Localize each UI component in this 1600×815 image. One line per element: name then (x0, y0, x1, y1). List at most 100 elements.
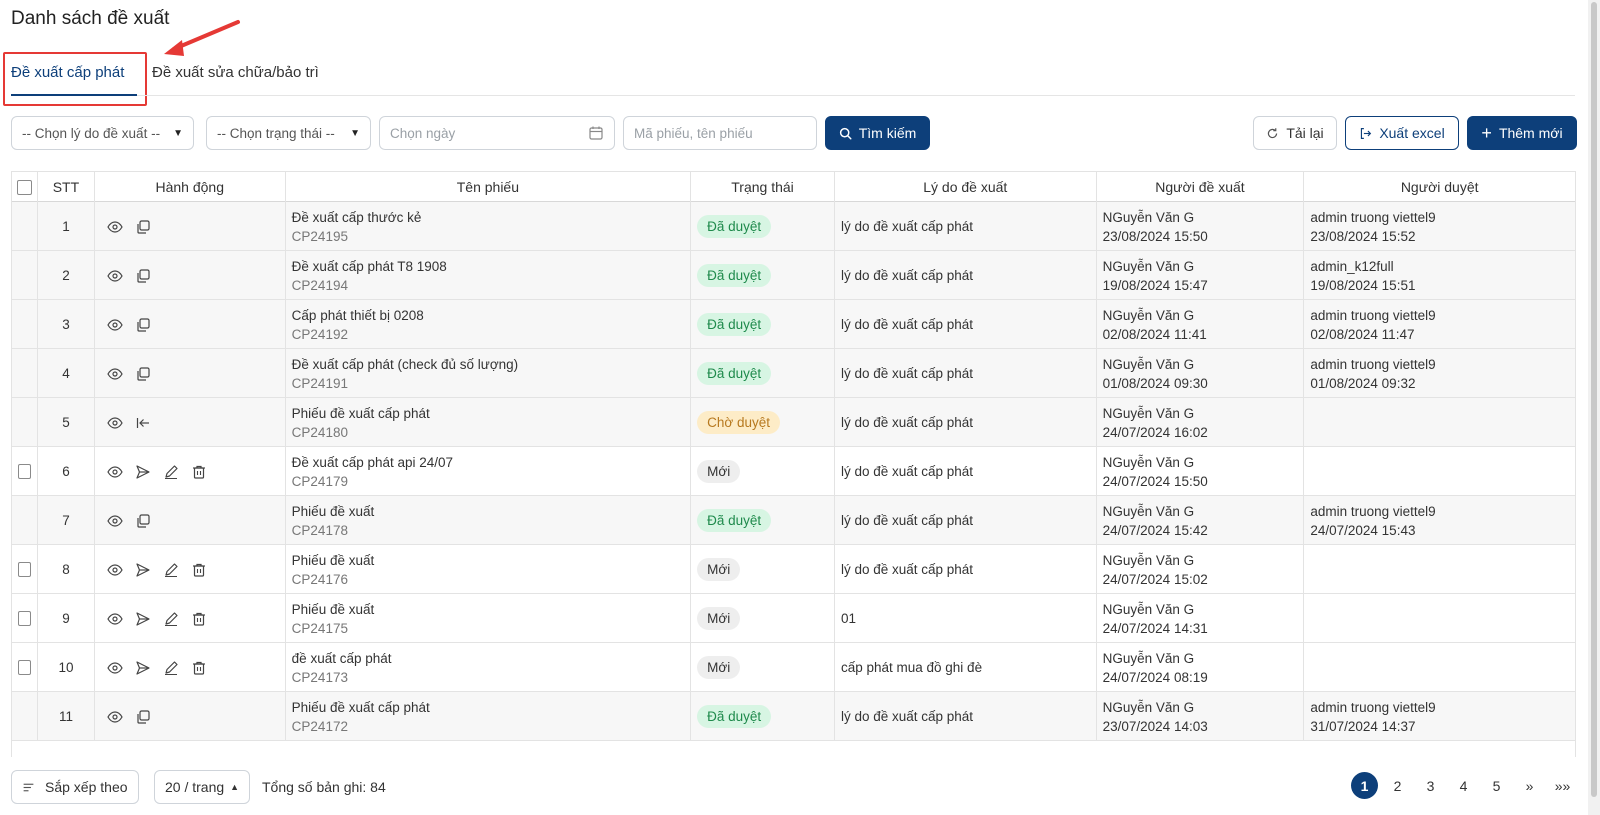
delete-icon[interactable] (191, 660, 207, 676)
export-excel-button[interactable]: Xuất excel (1345, 116, 1459, 150)
delete-icon[interactable] (191, 562, 207, 578)
row-name[interactable]: Phiếu đề xuất (292, 600, 375, 619)
view-icon[interactable] (107, 317, 123, 333)
row-name[interactable]: Phiếu đề xuất (292, 551, 375, 570)
copy-icon[interactable] (135, 709, 151, 725)
row-approved-at: 01/08/2024 09:32 (1310, 375, 1416, 391)
row-name[interactable]: Đề xuất cấp phát api 24/07 (292, 453, 453, 472)
table-row[interactable]: 1 Đề xuất cấp thước kẻ CP24195 Đã duyệt lý d… (12, 202, 1575, 251)
view-icon[interactable] (107, 709, 123, 725)
view-icon[interactable] (107, 366, 123, 382)
reason-select[interactable]: -- Chọn lý do đề xuất -- ▼ (11, 116, 194, 150)
search-button[interactable]: Tìm kiếm (825, 116, 930, 150)
row-approver-cell: admin_k12full 19/08/2024 15:51 (1304, 251, 1575, 300)
copy-icon[interactable] (135, 219, 151, 235)
copy-icon[interactable] (135, 366, 151, 382)
view-icon[interactable] (107, 464, 123, 480)
row-approver: admin_k12full (1310, 258, 1394, 274)
copy-icon[interactable] (135, 268, 151, 284)
row-name[interactable]: Phiếu đề xuất cấp phát (292, 698, 430, 717)
chevron-down-icon: ▼ (173, 127, 183, 139)
last-page-button[interactable]: »» (1549, 772, 1576, 799)
sort-button[interactable]: Sắp xếp theo (11, 770, 139, 804)
row-status-cell: Đã duyệt (691, 251, 835, 300)
row-checkbox[interactable] (18, 660, 31, 675)
row-select-cell (12, 251, 38, 300)
row-name[interactable]: đề xuất cấp phát (292, 649, 392, 668)
row-name[interactable]: Đề xuất cấp phát T8 1908 (292, 257, 447, 276)
tab-sua-chua[interactable]: Đề xuất sửa chữa/bảo trì (152, 64, 319, 81)
copy-icon[interactable] (135, 513, 151, 529)
table-row[interactable]: 2 Đề xuất cấp phát T8 1908 CP24194 Đã duyệt… (12, 251, 1575, 300)
reload-button[interactable]: Tải lại (1253, 116, 1337, 150)
header-actions: Hành động (95, 172, 286, 202)
page-1[interactable]: 1 (1351, 772, 1378, 799)
search-icon (839, 127, 852, 140)
page-2[interactable]: 2 (1384, 772, 1411, 799)
table-row[interactable]: 10 đề xuất cấp phát CP24173 Mới cấp phát mua… (12, 643, 1575, 692)
send-icon[interactable] (135, 660, 151, 676)
table-row[interactable]: 6 Đề xuất cấp phát api 24/07 CP24179 Mới lý … (12, 447, 1575, 496)
row-name-cell: Đề xuất cấp phát (check đủ số lượng) CP24… (286, 349, 692, 398)
send-icon[interactable] (135, 562, 151, 578)
delete-icon[interactable] (191, 611, 207, 627)
view-icon[interactable] (107, 660, 123, 676)
view-icon[interactable] (107, 513, 123, 529)
next-page-button[interactable]: » (1516, 772, 1543, 799)
edit-icon[interactable] (163, 464, 179, 480)
row-checkbox[interactable] (18, 562, 31, 577)
sort-lines-icon (23, 783, 34, 791)
edit-icon[interactable] (163, 611, 179, 627)
select-all-checkbox[interactable] (16, 179, 32, 195)
scrollbar-thumb[interactable] (1591, 2, 1597, 797)
edit-icon[interactable] (163, 562, 179, 578)
delete-icon[interactable] (191, 464, 207, 480)
date-picker-input[interactable]: Chọn ngày (379, 116, 615, 150)
recall-icon[interactable] (135, 415, 151, 431)
row-name[interactable]: Đề xuất cấp phát (check đủ số lượng) (292, 355, 519, 374)
table-row[interactable]: 4 Đề xuất cấp phát (check đủ số lượng) CP2… (12, 349, 1575, 398)
page-size-select[interactable]: 20 / trang ▲ (154, 770, 251, 804)
row-reason: cấp phát mua đồ ghi đè (835, 643, 1097, 692)
view-icon[interactable] (107, 219, 123, 235)
edit-icon[interactable] (163, 660, 179, 676)
page-3[interactable]: 3 (1417, 772, 1444, 799)
row-stt: 11 (38, 692, 95, 741)
search-input[interactable]: Mã phiếu, tên phiếu (623, 116, 817, 150)
copy-icon[interactable] (135, 317, 151, 333)
send-icon[interactable] (135, 464, 151, 480)
page-4[interactable]: 4 (1450, 772, 1477, 799)
row-name[interactable]: Cấp phát thiết bị 0208 (292, 306, 424, 325)
view-icon[interactable] (107, 562, 123, 578)
row-checkbox[interactable] (18, 611, 31, 626)
status-select[interactable]: -- Chọn trạng thái -- ▼ (206, 116, 371, 150)
row-stt: 8 (38, 545, 95, 594)
tab-cap-phat[interactable]: Đề xuất cấp phát (11, 64, 124, 81)
export-icon (1361, 127, 1372, 139)
table-row[interactable]: 7 Phiếu đề xuất CP24178 Đã duyệt lý do đề xu… (12, 496, 1575, 545)
row-approver-cell (1304, 594, 1575, 643)
table-row[interactable]: 9 Phiếu đề xuất CP24175 Mới 01 NGuyễn Văn G 24… (12, 594, 1575, 643)
table-row[interactable]: 5 Phiếu đề xuất cấp phát CP24180 Chờ duyệt l… (12, 398, 1575, 447)
add-new-button[interactable]: + Thêm mới (1467, 116, 1577, 150)
send-icon[interactable] (135, 611, 151, 627)
page-title: Danh sách đề xuất (11, 8, 170, 29)
annotation-arrow-icon (164, 20, 240, 56)
table-row[interactable]: 8 Phiếu đề xuất CP24176 Mới lý do đề xuất cấ… (12, 545, 1575, 594)
row-name[interactable]: Phiếu đề xuất (292, 502, 375, 521)
table-row[interactable]: 11 Phiếu đề xuất cấp phát CP24172 Đã duyệt l… (12, 692, 1575, 741)
view-icon[interactable] (107, 611, 123, 627)
row-name-cell: Phiếu đề xuất CP24175 (286, 594, 692, 643)
row-code: CP24195 (291, 228, 348, 244)
row-name[interactable]: Đề xuất cấp thước kẻ (292, 208, 422, 227)
row-name[interactable]: Phiếu đề xuất cấp phát (292, 404, 430, 423)
page-5[interactable]: 5 (1483, 772, 1510, 799)
view-icon[interactable] (107, 415, 123, 431)
row-stt: 2 (38, 251, 95, 300)
table-row[interactable]: 3 Cấp phát thiết bị 0208 CP24192 Đã duyệt lý… (12, 300, 1575, 349)
row-proposer-cell: NGuyễn Văn G 02/08/2024 11:41 (1097, 300, 1305, 349)
row-approver-cell: admin truong viettel9 02/08/2024 11:47 (1304, 300, 1575, 349)
row-checkbox[interactable] (18, 464, 31, 479)
view-icon[interactable] (107, 268, 123, 284)
page-scrollbar[interactable] (1588, 0, 1600, 815)
